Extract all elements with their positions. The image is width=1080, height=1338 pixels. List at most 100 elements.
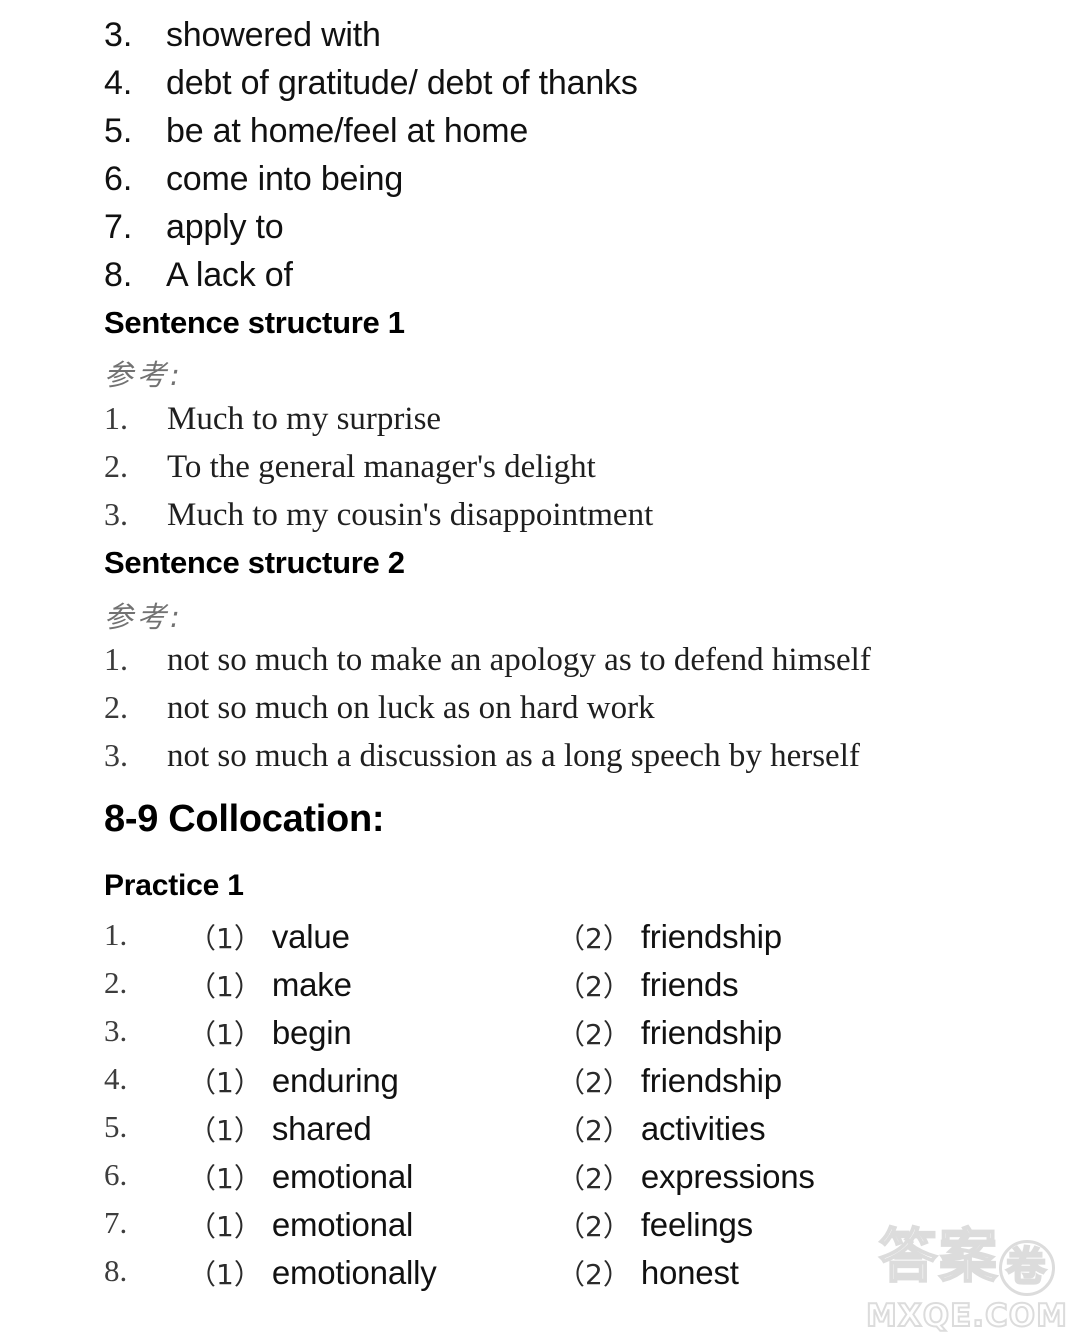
answer-index-2: （2） — [557, 1018, 631, 1051]
list-item: 2. not so much on luck as on hard work — [104, 689, 655, 727]
answer-cell-1: （1） make — [188, 965, 352, 1005]
answer-cell-2: （2） feelings — [557, 1205, 753, 1245]
table-row: 3. （1） begin （2） friendship — [104, 1013, 984, 1061]
answer-index-1: （1） — [188, 970, 262, 1003]
answer-index-2: （2） — [557, 1258, 631, 1291]
list-item: 2. To the general manager's delight — [104, 448, 596, 486]
answer-index-1: （1） — [188, 1258, 262, 1291]
answer-cell-2: （2） activities — [557, 1109, 766, 1149]
answer-index-2: （2） — [557, 1162, 631, 1195]
answer-cell-1: （1） begin — [188, 1013, 352, 1053]
list-item: 1. Much to my surprise — [104, 400, 441, 438]
list-item: 3. showered with — [104, 16, 381, 55]
reference-label-2: 参考: — [104, 600, 184, 634]
answer-index-2: （2） — [557, 970, 631, 1003]
row-number: 8. — [104, 1253, 128, 1288]
list-item-text: apply to — [166, 208, 284, 246]
list-item-text: come into being — [166, 160, 404, 198]
list-item-number: 2. — [104, 448, 128, 484]
row-number: 3. — [104, 1013, 128, 1048]
list-item-text: debt of gratitude/ debt of thanks — [166, 64, 638, 102]
list-item: 6. come into being — [104, 160, 403, 199]
list-item-number: 3. — [104, 16, 133, 54]
answer-cell-2: （2） friends — [557, 965, 739, 1005]
answer-cell-1: （1） value — [188, 917, 350, 957]
list-item: 4. debt of gratitude/ debt of thanks — [104, 64, 638, 103]
answer-word-1: emotional — [271, 1158, 414, 1195]
answer-word-1: shared — [271, 1110, 372, 1147]
answer-word-1: enduring — [271, 1062, 399, 1099]
list-item-number: 4. — [104, 64, 133, 102]
table-row: 6. （1） emotional （2） expressions — [104, 1157, 984, 1205]
answer-word-2: friendship — [640, 918, 782, 955]
row-number: 7. — [104, 1205, 128, 1240]
list-item-number: 5. — [104, 112, 133, 150]
row-number: 1. — [104, 917, 128, 952]
answer-index-1: （1） — [188, 922, 262, 955]
list-item-number: 3. — [104, 737, 128, 773]
answer-word-2: friendship — [640, 1062, 782, 1099]
answer-word-1: make — [271, 966, 352, 1003]
answer-word-1: value — [271, 918, 350, 955]
answer-word-2: expressions — [640, 1158, 815, 1195]
list-item-number: 3. — [104, 496, 128, 532]
list-item-text: Much to my cousin's disappointment — [167, 497, 654, 533]
table-row: 8. （1） emotionally （2） honest — [104, 1253, 984, 1301]
list-item-text: showered with — [166, 16, 381, 54]
answer-index-2: （2） — [557, 1114, 631, 1147]
list-item-number: 2. — [104, 689, 128, 725]
answer-index-1: （1） — [188, 1210, 262, 1243]
list-item-text: not so much a discussion as a long speec… — [167, 738, 860, 774]
table-row: 7. （1） emotional （2） feelings — [104, 1205, 984, 1253]
section-heading-sentence-structure-2: Sentence structure 2 — [104, 545, 405, 580]
answer-index-1: （1） — [188, 1018, 262, 1051]
list-item: 5. be at home/feel at home — [104, 112, 528, 151]
row-number: 5. — [104, 1109, 128, 1144]
answer-index-1: （1） — [188, 1066, 262, 1099]
list-item-number: 6. — [104, 160, 133, 198]
row-number: 4. — [104, 1061, 128, 1096]
list-item: 8. A lack of — [104, 256, 293, 295]
answer-word-1: emotionally — [271, 1254, 437, 1291]
answer-index-2: （2） — [557, 1066, 631, 1099]
answer-cell-1: （1） emotionally — [188, 1253, 437, 1293]
section-heading-collocation: 8-9 Collocation: — [104, 798, 385, 840]
answer-cell-1: （1） emotional — [188, 1157, 413, 1197]
row-number: 6. — [104, 1157, 128, 1192]
list-item-number: 8. — [104, 256, 133, 294]
answer-cell-1: （1） enduring — [188, 1061, 399, 1101]
watermark-cn-circled: 卷 — [999, 1240, 1055, 1296]
table-row: 5. （1） shared （2） activities — [104, 1109, 984, 1157]
answer-cell-2: （2） honest — [557, 1253, 739, 1293]
section-heading-sentence-structure-1: Sentence structure 1 — [104, 305, 405, 340]
answer-index-2: （2） — [557, 1210, 631, 1243]
list-item: 1. not so much to make an apology as to … — [104, 641, 871, 679]
list-item: 3. not so much a discussion as a long sp… — [104, 737, 860, 775]
table-row: 1. （1） value （2） friendship — [104, 917, 984, 965]
list-item-text: not so much to make an apology as to def… — [167, 642, 871, 678]
list-item-text: not so much on luck as on hard work — [167, 690, 655, 726]
document-page: 3. showered with 4. debt of gratitude/ d… — [0, 0, 1080, 1338]
answer-cell-2: （2） friendship — [557, 1013, 782, 1053]
answer-cell-2: （2） friendship — [557, 1061, 782, 1101]
row-number: 2. — [104, 965, 128, 1000]
list-item-text: be at home/feel at home — [166, 112, 529, 150]
answer-word-2: activities — [640, 1110, 766, 1147]
answer-index-1: （1） — [188, 1162, 262, 1195]
list-item-number: 7. — [104, 208, 133, 246]
list-item: 3. Much to my cousin's disappointment — [104, 496, 653, 534]
answer-cell-2: （2） friendship — [557, 917, 782, 957]
answer-word-2: feelings — [640, 1206, 753, 1243]
table-row: 4. （1） enduring （2） friendship — [104, 1061, 984, 1109]
reference-label-1: 参考: — [104, 358, 184, 392]
watermark-url: MXQE.COM — [865, 1297, 1068, 1335]
answer-cell-2: （2） expressions — [557, 1157, 815, 1197]
answer-word-2: honest — [640, 1254, 739, 1291]
answer-word-2: friendship — [640, 1014, 782, 1051]
answer-word-1: emotional — [271, 1206, 414, 1243]
list-item-text: To the general manager's delight — [167, 449, 596, 485]
answer-index-2: （2） — [557, 922, 631, 955]
subsection-heading-practice-1: Practice 1 — [104, 869, 244, 902]
answer-cell-1: （1） emotional — [188, 1205, 413, 1245]
list-item-text: Much to my surprise — [167, 401, 442, 437]
